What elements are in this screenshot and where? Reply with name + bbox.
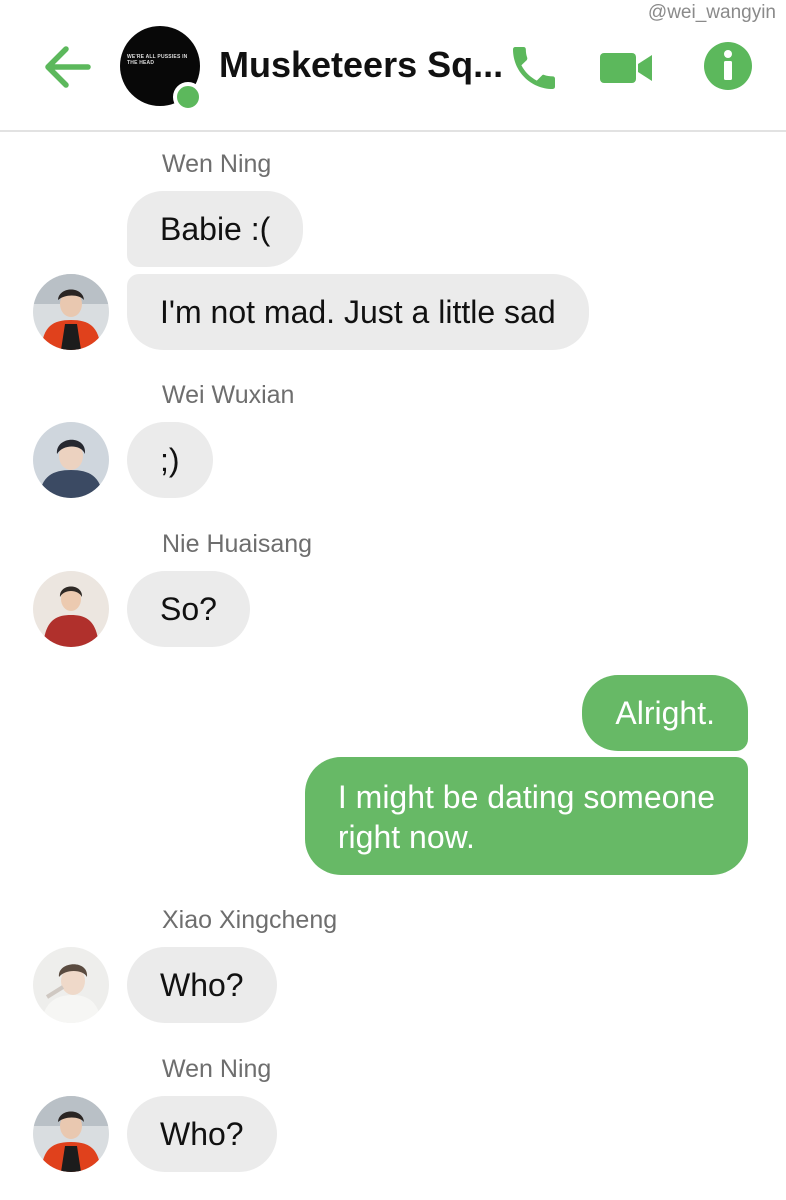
message-bubble[interactable]: Babie :( (127, 191, 304, 267)
avatar-nie-huaisang[interactable] (33, 571, 109, 647)
info-icon[interactable] (702, 40, 758, 96)
group-avatar-text: WE'RE ALL PUSSIES IN THE HEAD (127, 54, 188, 66)
message-bubble[interactable]: I'm not mad. Just a little sad (127, 274, 589, 350)
sender-name: Xiao Xingcheng (162, 906, 338, 934)
avatar-wen-ning[interactable] (33, 1096, 109, 1172)
sender-name: Nie Huaisang (162, 530, 313, 558)
avatar-wei-wuxian[interactable] (33, 422, 109, 498)
my-message-bubble[interactable]: Alright. (582, 675, 748, 751)
message-line: I might be dating someone (337, 779, 715, 815)
message-bubble[interactable]: Who? (127, 1096, 277, 1172)
back-arrow-icon[interactable] (40, 42, 96, 92)
message-line: right now. (337, 819, 475, 855)
video-call-icon[interactable] (598, 40, 654, 96)
message-bubble[interactable]: So? (127, 571, 250, 647)
chat-title[interactable]: Musketeers Sq... (219, 44, 503, 86)
message-bubble[interactable]: Who? (127, 947, 277, 1023)
sender-name: Wei Wuxian (162, 381, 295, 409)
avatar-wen-ning[interactable] (33, 274, 109, 350)
message-bubble[interactable]: ;) (127, 422, 213, 498)
phone-call-icon[interactable] (506, 40, 562, 96)
online-status-dot (173, 82, 203, 112)
my-message-bubble[interactable]: I might be dating someone right now. (304, 757, 748, 875)
sender-name: Wen Ning (162, 1055, 272, 1083)
chat-header: WE'RE ALL PUSSIES IN THE HEAD Musketeers… (0, 0, 786, 132)
sender-name: Wen Ning (162, 150, 272, 178)
avatar-xiao-xingcheng[interactable] (33, 947, 109, 1023)
